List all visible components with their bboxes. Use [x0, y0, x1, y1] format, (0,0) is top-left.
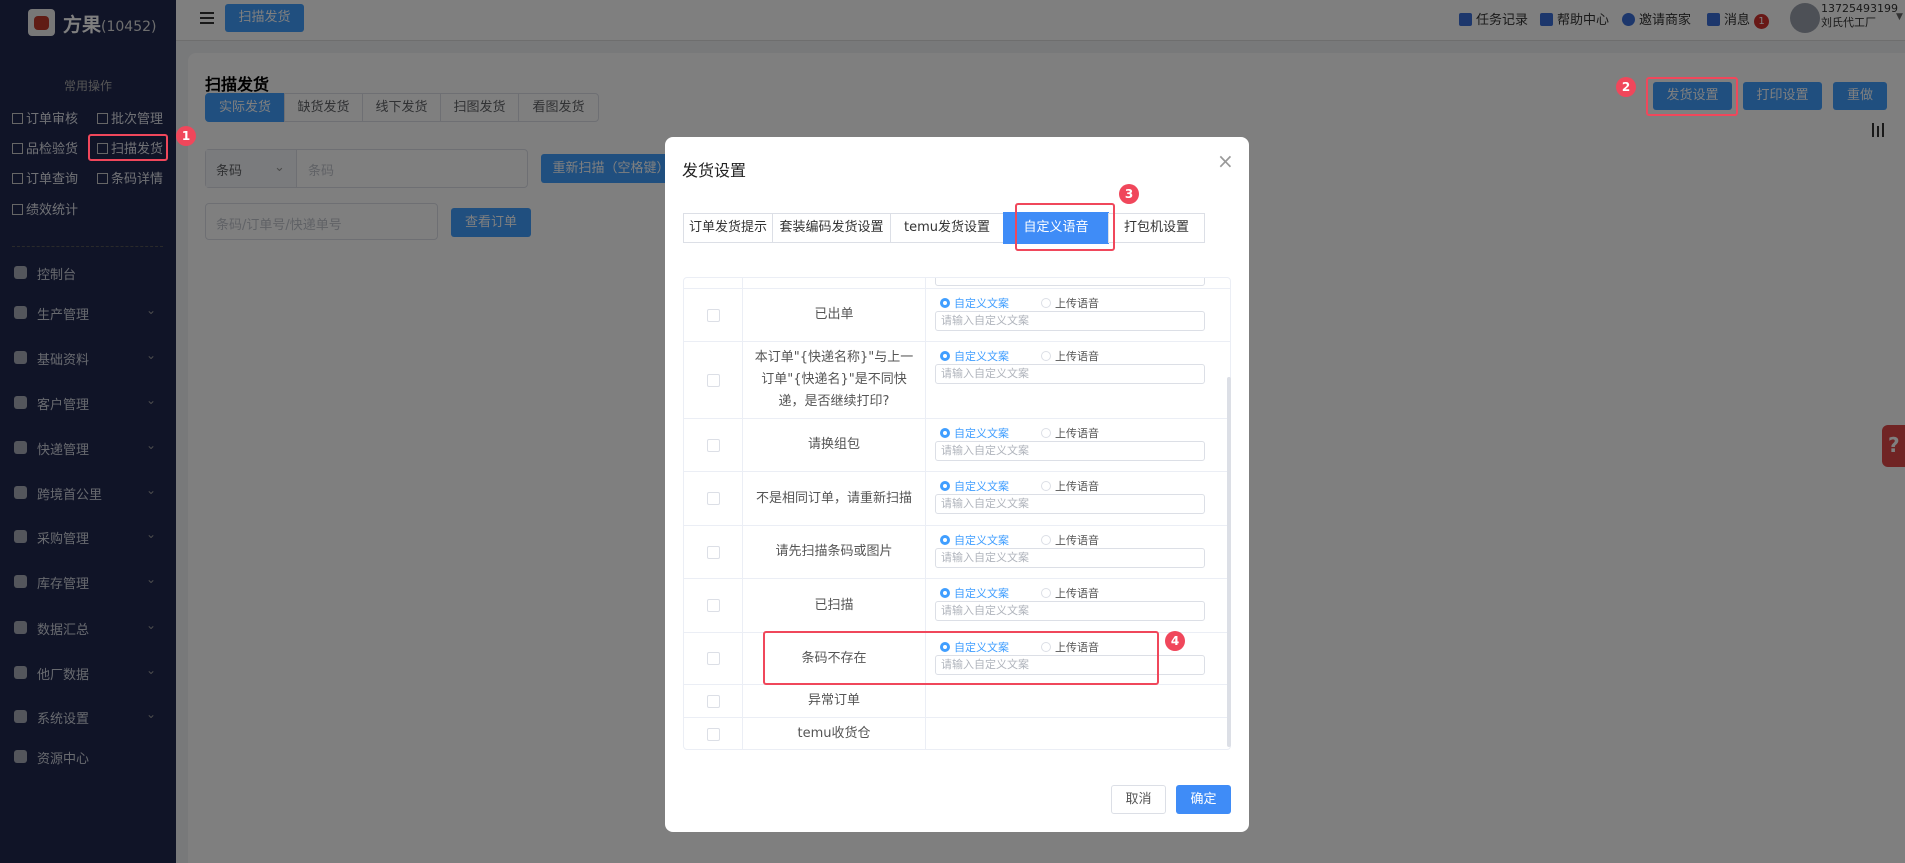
radio-upload-voice[interactable]: 上传语音 — [1041, 532, 1099, 548]
custom-text-input[interactable]: 请输入自定义文案 — [935, 601, 1205, 621]
radio-custom-text[interactable]: 自定义文案 — [940, 478, 1009, 494]
radio-custom-text[interactable]: 自定义文案 — [940, 532, 1009, 548]
radio-custom-text[interactable]: 自定义文案 — [940, 295, 1009, 311]
row-label: 已扫描 — [743, 579, 926, 632]
custom-text-input[interactable]: 请输入自定义文案 — [935, 494, 1205, 514]
table-row: 请换组包 自定义文案 上传语音 请输入自定义文案 — [684, 419, 1230, 472]
radio-upload-voice[interactable]: 上传语音 — [1041, 425, 1099, 441]
annotation-box-1 — [88, 134, 168, 161]
row-label: 已出单 — [743, 289, 926, 341]
annotation-badge-2: 2 — [1616, 77, 1636, 97]
annotation-box-4 — [763, 631, 1159, 685]
ship-settings-dialog: 发货设置 × 订单发货提示 套装编码发货设置 temu发货设置 自定义语音 打包机设置 … — [665, 137, 1249, 832]
custom-text-input[interactable]: 请输入自定义文案 — [935, 364, 1205, 384]
table-row: 已出单 自定义文案 上传语音 请输入自定义文案 — [684, 289, 1230, 342]
dialog-tab[interactable]: 订单发货提示 — [683, 213, 773, 243]
dialog-tab[interactable]: 套装编码发货设置 — [772, 213, 891, 243]
dialog-tab[interactable]: 打包机设置 — [1108, 213, 1205, 243]
radio-custom-text[interactable]: 自定义文案 — [940, 425, 1009, 441]
row-checkbox[interactable] — [707, 373, 720, 387]
table-row — [684, 278, 1230, 289]
radio-upload-voice[interactable]: 上传语音 — [1041, 478, 1099, 494]
custom-text-input[interactable]: 请输入自定义文案 — [935, 311, 1205, 331]
annotation-badge-3: 3 — [1119, 184, 1139, 204]
custom-text-input[interactable]: 请输入自定义文案 — [935, 548, 1205, 568]
table-row: 请先扫描条码或图片 自定义文案 上传语音 请输入自定义文案 — [684, 526, 1230, 579]
row-label: temu收货仓 — [743, 718, 926, 749]
radio-upload-voice[interactable]: 上传语音 — [1041, 295, 1099, 311]
table-row: 不是相同订单，请重新扫描 自定义文案 上传语音 请输入自定义文案 — [684, 472, 1230, 526]
radio-custom-text[interactable]: 自定义文案 — [940, 585, 1009, 601]
table-row: 本订单"{快递名称}"与上一订单"{快递名}"是不同快递，是否继续打印? 自定义文… — [684, 342, 1230, 419]
row-checkbox[interactable] — [707, 438, 720, 452]
row-checkbox[interactable] — [707, 727, 720, 741]
row-checkbox[interactable] — [707, 599, 720, 612]
annotation-box-3 — [1015, 203, 1115, 251]
annotation-box-2 — [1646, 77, 1738, 116]
radio-upload-voice[interactable]: 上传语音 — [1041, 585, 1099, 601]
table-row: 异常订单 — [684, 685, 1230, 718]
row-label: 异常订单 — [743, 685, 926, 717]
table-row: temu收货仓 — [684, 718, 1230, 749]
row-checkbox[interactable] — [707, 492, 720, 505]
row-label: 请换组包 — [743, 419, 926, 471]
custom-text-input[interactable]: 请输入自定义文案 — [935, 441, 1205, 461]
row-checkbox[interactable] — [707, 652, 720, 665]
table-scrollbar[interactable] — [1227, 377, 1231, 747]
radio-custom-text[interactable]: 自定义文案 — [940, 348, 1009, 364]
row-checkbox[interactable] — [707, 308, 720, 322]
close-icon[interactable]: × — [1217, 149, 1234, 173]
row-label: 不是相同订单，请重新扫描 — [743, 472, 926, 525]
cancel-button[interactable]: 取消 — [1111, 785, 1166, 814]
row-label: 请先扫描条码或图片 — [743, 526, 926, 578]
dialog-tab[interactable]: temu发货设置 — [890, 213, 1004, 243]
row-checkbox[interactable] — [707, 694, 720, 708]
row-checkbox[interactable] — [707, 545, 720, 559]
annotation-badge-1: 1 — [176, 126, 196, 146]
row-label: 本订单"{快递名称}"与上一订单"{快递名}"是不同快递，是否继续打印? — [743, 342, 926, 418]
radio-upload-voice[interactable]: 上传语音 — [1041, 348, 1099, 364]
dialog-title: 发货设置 — [682, 161, 747, 180]
confirm-button[interactable]: 确定 — [1176, 785, 1231, 814]
table-row: 已扫描 自定义文案 上传语音 请输入自定义文案 — [684, 579, 1230, 633]
annotation-badge-4: 4 — [1165, 631, 1185, 651]
